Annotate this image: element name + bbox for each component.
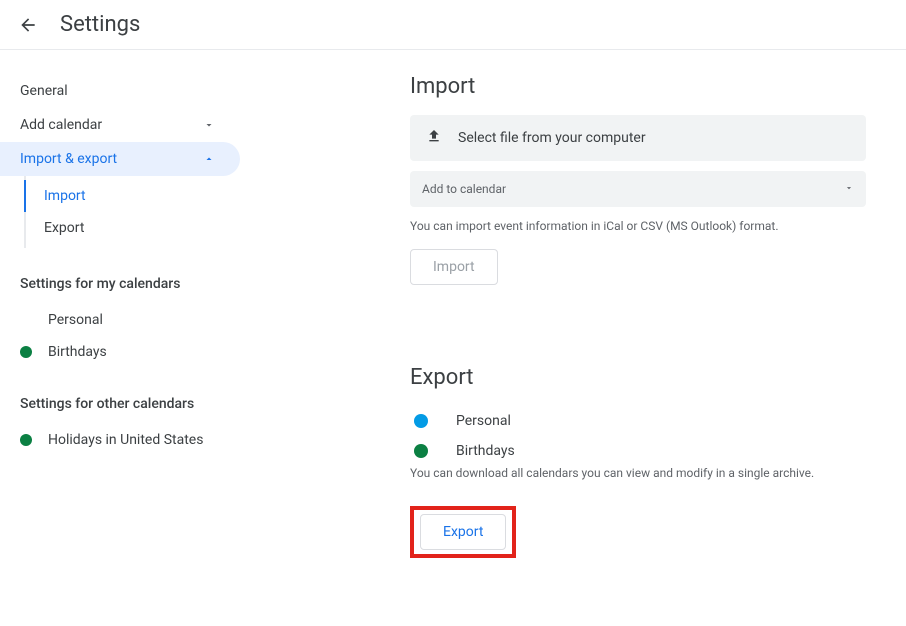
highlight-annotation: Export (410, 506, 516, 558)
import-export-subnav: Import Export (24, 176, 240, 248)
main-content: Import Select file from your computer Ad… (240, 74, 906, 558)
calendar-label: Birthdays (48, 344, 107, 360)
import-section: Import Select file from your computer Ad… (410, 74, 866, 285)
settings-sidebar: General Add calendar Import & export Imp… (0, 74, 240, 558)
nav-general[interactable]: General (20, 74, 240, 108)
back-arrow-icon[interactable] (16, 13, 40, 37)
calendar-item-personal[interactable]: Personal (20, 304, 240, 336)
my-calendars-header: Settings for my calendars (20, 248, 240, 304)
export-section: Export Personal Birthdays You can downlo… (410, 365, 866, 558)
chevron-down-icon (202, 118, 216, 132)
upload-icon (426, 128, 442, 148)
nav-general-label: General (20, 83, 68, 99)
calendar-color-dot (20, 346, 32, 358)
calendar-color-dot (414, 444, 428, 458)
select-file-label: Select file from your computer (458, 130, 646, 146)
export-calendar-row: Birthdays (410, 436, 866, 466)
calendar-item-birthdays[interactable]: Birthdays (20, 336, 240, 368)
page-title: Settings (60, 12, 140, 37)
export-title: Export (410, 365, 866, 390)
calendar-label: Holidays in United States (48, 432, 203, 448)
nav-import-export-label: Import & export (20, 151, 117, 167)
subnav-import[interactable]: Import (24, 180, 240, 212)
export-calendar-label: Personal (456, 413, 511, 429)
dropdown-arrow-icon (844, 181, 854, 197)
nav-add-calendar-label: Add calendar (20, 117, 102, 133)
import-button-label: Import (433, 259, 475, 275)
export-calendar-label: Birthdays (456, 443, 515, 459)
add-to-calendar-dropdown[interactable]: Add to calendar (410, 171, 866, 207)
dropdown-label: Add to calendar (422, 182, 506, 196)
nav-add-calendar[interactable]: Add calendar (20, 108, 240, 142)
calendar-color-dot (20, 434, 32, 446)
import-button[interactable]: Import (410, 249, 498, 285)
calendar-color-dot (414, 414, 428, 428)
settings-header: Settings (0, 0, 906, 50)
nav-import-export[interactable]: Import & export (0, 142, 240, 176)
subnav-export-label: Export (44, 220, 84, 236)
calendar-item-holidays[interactable]: Holidays in United States (20, 424, 240, 456)
export-calendar-row: Personal (410, 406, 866, 436)
calendar-label: Personal (48, 312, 103, 328)
export-button-label: Export (443, 524, 483, 540)
calendar-color-dot (20, 314, 32, 326)
import-help-text: You can import event information in iCal… (410, 219, 866, 233)
select-file-button[interactable]: Select file from your computer (410, 115, 866, 161)
import-title: Import (410, 74, 866, 99)
chevron-up-icon (202, 152, 216, 166)
export-button[interactable]: Export (420, 514, 506, 550)
other-calendars-header: Settings for other calendars (20, 368, 240, 424)
subnav-import-label: Import (44, 188, 86, 204)
export-help-text: You can download all calendars you can v… (410, 466, 866, 480)
subnav-export[interactable]: Export (26, 212, 240, 244)
